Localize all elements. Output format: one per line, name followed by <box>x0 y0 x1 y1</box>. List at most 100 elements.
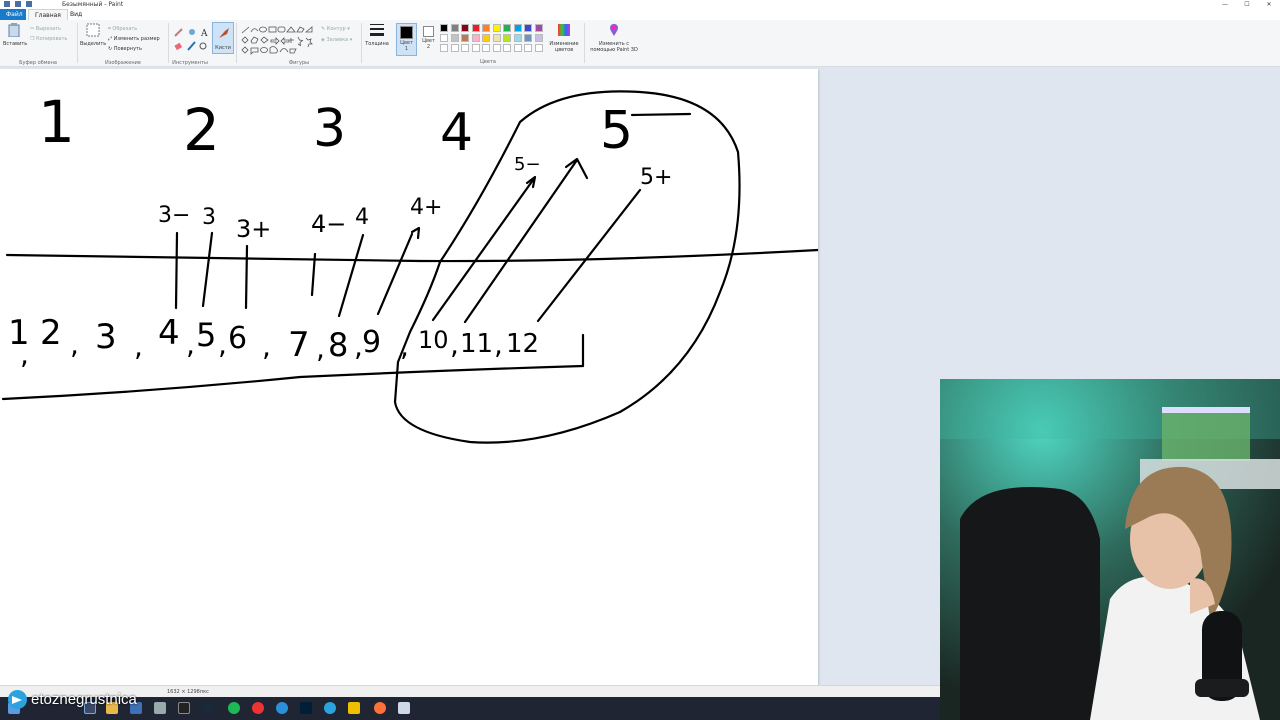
palette-swatch[interactable] <box>440 34 448 42</box>
subgrade-label: 4+ <box>410 195 442 220</box>
save-icon[interactable] <box>4 1 10 7</box>
telegram-icon[interactable] <box>324 702 336 714</box>
grade-label: 4 <box>440 103 473 163</box>
svg-text:,: , <box>262 330 271 363</box>
crop-button[interactable]: ⌗ Обрезать <box>108 26 137 32</box>
tools-icons[interactable]: A <box>173 26 209 56</box>
color1-button[interactable]: Цвет 1 <box>396 23 417 56</box>
quick-access-toolbar <box>4 1 32 7</box>
clipboard-icon <box>8 23 20 38</box>
svg-text:,: , <box>450 328 459 361</box>
spotify-icon[interactable] <box>228 702 240 714</box>
shapes-gallery[interactable] <box>240 25 318 55</box>
close-button[interactable]: ✕ <box>1258 0 1280 9</box>
palette-swatch[interactable] <box>503 24 511 32</box>
fill-dropdown[interactable]: ◈ Заливка ▾ <box>321 37 352 43</box>
group-brushes: Кисти <box>211 20 235 67</box>
palette-swatch-empty[interactable] <box>492 44 501 52</box>
svg-text:,: , <box>186 328 195 361</box>
palette-swatch[interactable] <box>440 24 448 32</box>
svg-text:A: A <box>200 29 208 39</box>
lower-line <box>1 364 585 401</box>
palette-swatch[interactable] <box>524 24 532 32</box>
undo-icon[interactable] <box>15 1 21 7</box>
palette-swatch[interactable] <box>461 34 469 42</box>
copy-button[interactable]: ❐ Копировать <box>30 36 67 42</box>
grade-label: 2 <box>183 96 220 164</box>
app-icon[interactable] <box>154 702 166 714</box>
color2-swatch <box>423 26 434 37</box>
subgrade-label: 3 <box>202 205 216 230</box>
app-icon[interactable] <box>348 702 360 714</box>
group-shapes: ✎ Контур ▾ ◈ Заливка ▾ Фигуры <box>237 20 361 67</box>
cut-button[interactable]: ✂ Вырезать <box>30 26 61 32</box>
palette-swatch[interactable] <box>513 34 522 42</box>
webcam-image <box>940 379 1280 720</box>
steam-icon[interactable] <box>202 702 214 714</box>
select-icon <box>86 23 100 37</box>
window-title: Безымянный - Paint <box>62 1 124 8</box>
obs-icon[interactable] <box>252 702 264 714</box>
hand-drawing: 1 2 3 4 5 3− 3 3+ 4− 4 4+ 5− 5+ 1 2 3 4 … <box>1 88 818 444</box>
edge-icon[interactable] <box>276 702 288 714</box>
rotate-button[interactable]: ↻ Повернуть <box>108 46 142 52</box>
svg-text:,: , <box>134 330 143 363</box>
group-label: Фигуры <box>288 60 310 66</box>
minimize-button[interactable]: — <box>1214 0 1236 9</box>
palette-swatch-empty[interactable] <box>461 44 469 52</box>
canvas-dimensions: 1632 × 1298пкс <box>167 689 209 695</box>
palette-swatch[interactable] <box>503 34 511 42</box>
app-icon[interactable] <box>178 702 190 714</box>
grade-label: 5 <box>600 101 633 161</box>
brushes-button[interactable]: Кисти <box>212 22 234 54</box>
palette-swatch[interactable] <box>482 34 490 42</box>
palette-swatch[interactable] <box>492 34 501 42</box>
palette-swatch-empty[interactable] <box>471 44 480 52</box>
app-icon[interactable] <box>398 702 410 714</box>
palette-swatch[interactable] <box>534 24 543 32</box>
palette-swatch-empty[interactable] <box>524 44 532 52</box>
subgrade-label: 4 <box>355 205 369 230</box>
drawing-canvas[interactable]: 1 2 3 4 5 3− 3 3+ 4− 4 4+ 5− 5+ 1 2 3 4 … <box>0 69 818 685</box>
palette-swatch[interactable] <box>534 34 543 42</box>
palette-swatch[interactable] <box>450 34 459 42</box>
palette-swatch[interactable] <box>471 24 480 32</box>
palette-swatch[interactable] <box>524 34 532 42</box>
outline-dropdown[interactable]: ✎ Контур ▾ <box>321 26 350 32</box>
color2-button[interactable]: Цвет 2 <box>419 23 438 56</box>
tab-home[interactable]: Главная <box>28 9 68 20</box>
select-button[interactable]: Выделить <box>80 23 106 47</box>
palette-swatch-empty[interactable] <box>440 44 448 52</box>
scale-number: 4 <box>158 313 180 353</box>
scale-number: 10 <box>418 326 449 354</box>
tab-file[interactable]: Файл <box>0 9 26 20</box>
palette-swatch-empty[interactable] <box>513 44 522 52</box>
scale-number: 9 <box>362 325 381 360</box>
paste-button[interactable]: Вставить <box>3 23 27 47</box>
grade-label: 1 <box>38 88 75 156</box>
color-palette <box>440 24 550 56</box>
palette-swatch[interactable] <box>450 24 459 32</box>
palette-swatch-empty[interactable] <box>482 44 490 52</box>
resize-button[interactable]: ⤢ Изменить размер <box>108 36 160 42</box>
palette-swatch[interactable] <box>513 24 522 32</box>
palette-swatch[interactable] <box>492 24 501 32</box>
stream-overlay: etoznegrustnica <box>8 688 137 710</box>
palette-swatch-empty[interactable] <box>534 44 543 52</box>
maximize-button[interactable]: ☐ <box>1236 0 1258 9</box>
palette-swatch-empty[interactable] <box>450 44 459 52</box>
ribbon: Вставить ✂ Вырезать ❐ Копировать Буфер о… <box>0 20 1280 67</box>
edit-colors-button[interactable]: Изменение цветов <box>548 23 580 53</box>
size-button[interactable]: Толщина <box>364 23 390 47</box>
paint3d-button[interactable]: Изменить с помощью Paint 3D <box>588 23 640 53</box>
palette-swatch[interactable] <box>482 24 490 32</box>
palette-swatch[interactable] <box>471 34 480 42</box>
brush-icon <box>219 28 229 38</box>
redo-icon[interactable] <box>26 1 32 7</box>
photoshop-icon[interactable] <box>300 702 312 714</box>
palette-swatch-empty[interactable] <box>503 44 511 52</box>
palette-swatch[interactable] <box>461 24 469 32</box>
tab-view[interactable]: Вид <box>64 9 88 20</box>
svg-text:,: , <box>70 328 79 361</box>
firefox-icon[interactable] <box>374 702 386 714</box>
